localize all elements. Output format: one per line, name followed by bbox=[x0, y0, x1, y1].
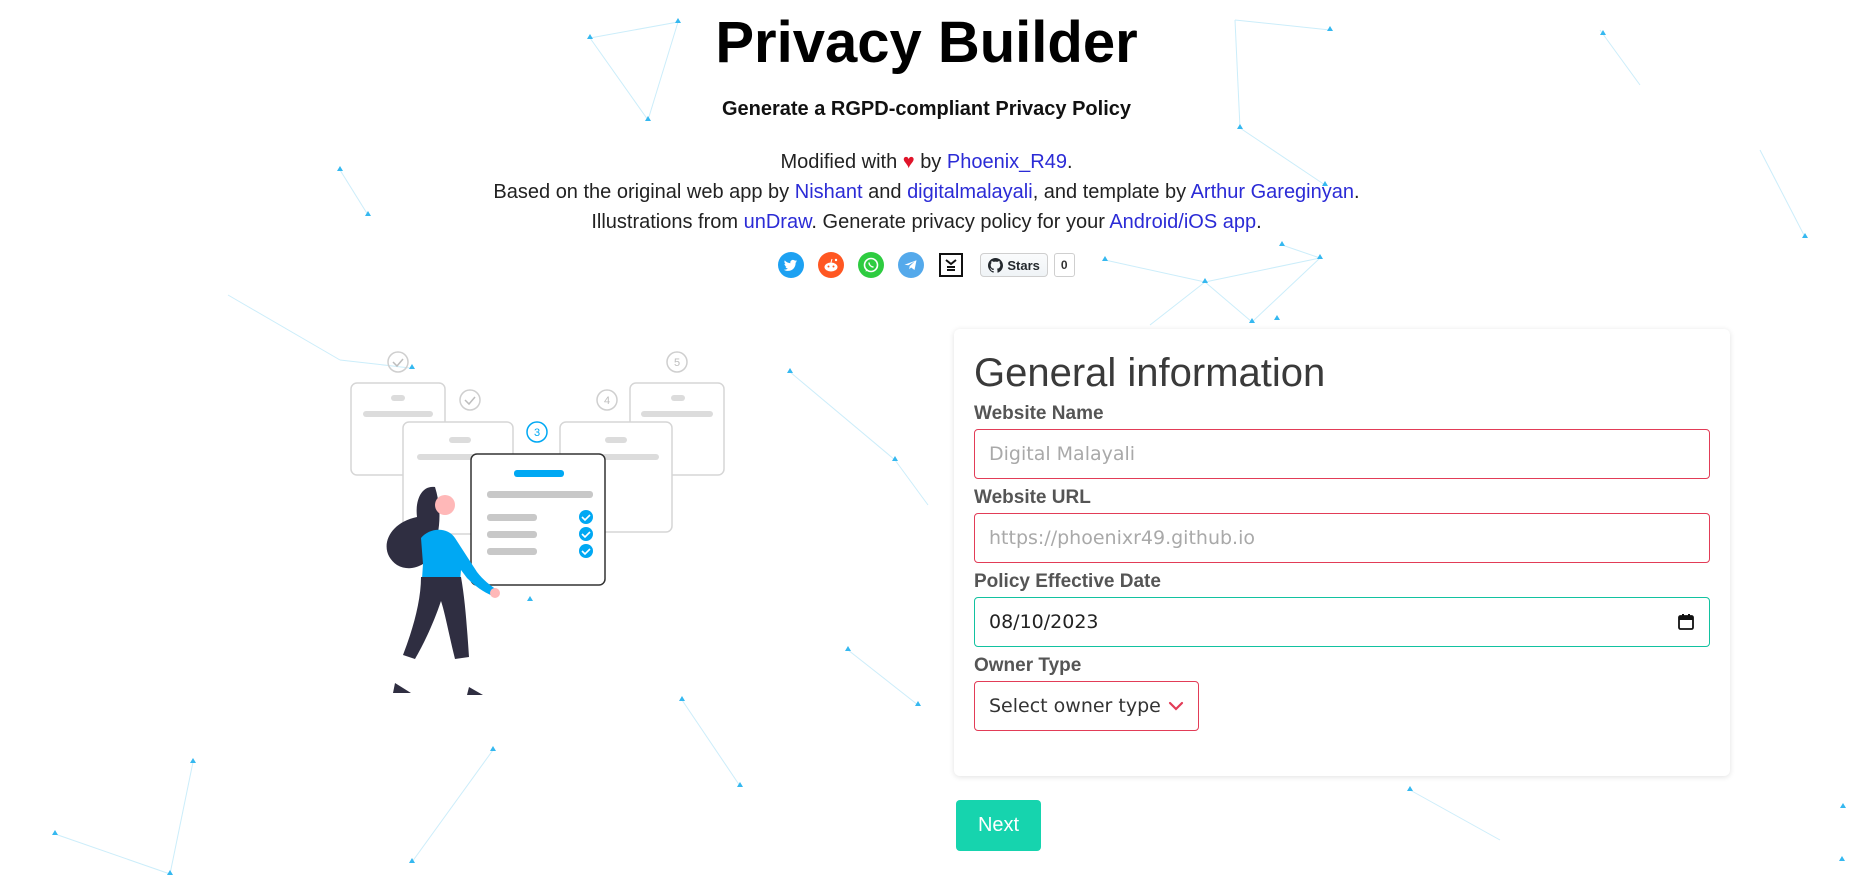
undraw-link[interactable]: unDraw bbox=[744, 211, 812, 233]
step-3-label: 3 bbox=[534, 427, 540, 439]
owner-type-selected: Select owner type bbox=[989, 695, 1161, 717]
next-button[interactable]: Next bbox=[956, 800, 1041, 851]
page-subtitle: Generate a RGPD-compliant Privacy Policy bbox=[721, 98, 1132, 120]
twitter-icon[interactable] bbox=[778, 252, 805, 278]
android-ios-app-link[interactable]: Android/iOS app bbox=[1109, 211, 1256, 233]
credits-line-3: Illustrations from unDraw. Generate priv… bbox=[0, 207, 1853, 237]
github-stars-widget: Stars 0 bbox=[980, 253, 1075, 277]
credits: Modified with ♥ by Phoenix_R49. Based on… bbox=[0, 147, 1853, 237]
github-icon bbox=[988, 257, 1004, 273]
page-header: Privacy Builder Generate a RGPD-complian… bbox=[0, 0, 1853, 281]
whatsapp-icon[interactable] bbox=[858, 252, 885, 278]
arthur-gareginyan-link[interactable]: Arthur Gareginyan bbox=[1191, 181, 1354, 203]
credits-text: Illustrations from bbox=[591, 211, 739, 233]
general-information-card: General information Website Name Website… bbox=[954, 329, 1730, 776]
credits-line-2: Based on the original web app by Nishant… bbox=[0, 177, 1853, 207]
calendar-icon[interactable] bbox=[1677, 613, 1695, 631]
reddit-icon[interactable] bbox=[818, 252, 845, 278]
credits-text: , and template by bbox=[1032, 181, 1187, 203]
nishant-link[interactable]: Nishant bbox=[795, 181, 863, 203]
github-star-button[interactable]: Stars bbox=[980, 253, 1048, 277]
credits-text: . Generate privacy policy for your bbox=[811, 211, 1105, 233]
credits-text: Based on the original web app by bbox=[493, 181, 790, 203]
website-name-input[interactable] bbox=[974, 429, 1710, 479]
author-link[interactable]: Phoenix_R49 bbox=[947, 151, 1067, 173]
owner-type-label: Owner Type bbox=[974, 655, 1082, 676]
github-stars-label: Stars bbox=[1007, 257, 1040, 273]
credits-text: Modified with bbox=[780, 151, 898, 173]
website-name-label: Website Name bbox=[974, 403, 1104, 424]
checklist-illustration: 4 5 3 bbox=[350, 351, 725, 695]
effective-date-value: 08/10/2023 bbox=[989, 611, 1099, 633]
telegram-icon[interactable] bbox=[898, 252, 925, 278]
github-stars-count[interactable]: 0 bbox=[1053, 253, 1075, 277]
website-url-input[interactable] bbox=[974, 513, 1710, 563]
credits-text: . bbox=[1256, 211, 1262, 233]
form-section-title: General information bbox=[974, 351, 1326, 395]
credits-text: and bbox=[868, 181, 902, 203]
effective-date-input[interactable]: 08/10/2023 bbox=[974, 597, 1710, 647]
page-title: Privacy Builder bbox=[715, 10, 1138, 75]
credits-text: . bbox=[1066, 151, 1073, 173]
owner-type-select[interactable]: Select owner type bbox=[974, 681, 1199, 731]
step-4-label: 4 bbox=[604, 395, 610, 407]
website-url-label: Website URL bbox=[974, 487, 1091, 508]
credits-text: . bbox=[1354, 181, 1360, 203]
chevron-down-icon bbox=[1168, 701, 1184, 711]
hackernews-icon[interactable] bbox=[938, 252, 964, 278]
step-5-label: 5 bbox=[674, 357, 680, 369]
social-share-bar: Stars 0 bbox=[0, 249, 1853, 281]
digitalmalayali-link[interactable]: digitalmalayali bbox=[907, 181, 1033, 203]
credits-line-1: Modified with ♥ by Phoenix_R49. bbox=[0, 147, 1853, 177]
credits-text: by bbox=[920, 151, 942, 173]
heart-icon: ♥ bbox=[902, 151, 915, 173]
effective-date-label: Policy Effective Date bbox=[974, 571, 1161, 592]
